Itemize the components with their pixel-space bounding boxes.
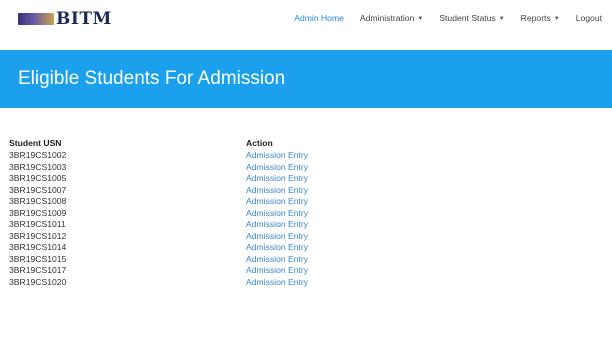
action-cell: Admission Entry <box>246 196 546 208</box>
student-usn-cell: 3BR19CS1002 <box>9 150 67 160</box>
nav-links: Admin Home Administration ▼ Student Statu… <box>278 13 602 23</box>
nav-student-status-dropdown[interactable]: Student Status ▼ <box>439 13 504 23</box>
admission-entry-link[interactable]: Admission Entry <box>246 162 308 172</box>
action-cell: Admission Entry <box>246 208 546 220</box>
page-header-banner: Eligible Students For Admission <box>0 50 612 108</box>
admission-entry-link[interactable]: Admission Entry <box>246 173 308 183</box>
nav-administration-dropdown[interactable]: Administration ▼ <box>360 13 423 23</box>
table-row: 3BR19CS1014 Admission Entry <box>9 242 599 254</box>
student-usn-cell: 3BR19CS1020 <box>9 276 67 287</box>
action-cell: Admission Entry <box>246 219 546 231</box>
action-cell: Admission Entry <box>246 254 546 266</box>
table-body: 3BR19CS1002 Admission Entry 3BR19CS1003 Adm… <box>9 150 599 288</box>
action-cell: Admission Entry <box>246 242 546 254</box>
student-usn-cell: 3BR19CS1009 <box>9 207 67 218</box>
nav-administration-label: Administration <box>359 13 415 23</box>
column-header-usn: Student USN <box>9 138 62 148</box>
admission-entry-link[interactable]: Admission Entry <box>246 150 308 160</box>
action-cell: Admission Entry <box>246 231 546 243</box>
nav-reports-dropdown[interactable]: Reports ▼ <box>521 13 560 23</box>
table-row: 3BR19CS1012 Admission Entry <box>9 231 599 243</box>
student-usn-cell: 3BR19CS1005 <box>9 173 67 183</box>
student-usn-cell: 3BR19CS1015 <box>9 253 67 264</box>
table-row: 3BR19CS1008 Admission Entry <box>9 196 599 208</box>
student-usn-cell: 3BR19CS1011 <box>9 219 66 229</box>
nav-admin-home-label: Admin Home <box>294 13 344 23</box>
navbar: BITM Admin Home Administration ▼ Student … <box>0 0 612 40</box>
brand-name: BITM <box>56 9 112 29</box>
table-row: 3BR19CS1007 Admission Entry <box>9 185 599 197</box>
admission-entry-link[interactable]: Admission Entry <box>246 196 308 206</box>
caret-down-icon: ▼ <box>553 15 560 22</box>
table-row: 3BR19CS1009 Admission Entry <box>9 208 599 220</box>
table-row: 3BR19CS1020 Admission Entry <box>9 277 599 289</box>
student-usn-cell: 3BR19CS1007 <box>9 184 67 195</box>
brand[interactable]: BITM <box>18 10 112 28</box>
nav-logout-label: Logout <box>575 13 602 23</box>
admission-entry-link[interactable]: Admission Entry <box>246 185 308 195</box>
student-usn-cell: 3BR19CS1008 <box>9 196 67 206</box>
admission-entry-link[interactable]: Admission Entry <box>246 231 308 241</box>
table-header: Student USN Action <box>9 136 599 150</box>
nav-reports-label: Reports <box>520 13 551 23</box>
table-row: 3BR19CS1015 Admission Entry <box>9 254 599 266</box>
admission-entry-link[interactable]: Admission Entry <box>246 277 308 287</box>
student-usn-cell: 3BR19CS1017 <box>9 265 67 275</box>
student-usn-cell: 3BR19CS1014 <box>9 242 67 252</box>
eligible-students-table: Student USN Action 3BR19CS1002 Admission … <box>9 136 599 288</box>
table-row: 3BR19CS1017 Admission Entry <box>9 265 599 277</box>
table-row: 3BR19CS1002 Admission Entry <box>9 150 599 162</box>
nav-admin-home[interactable]: Admin Home <box>294 13 344 23</box>
table-row: 3BR19CS1011 Admission Entry <box>9 219 599 231</box>
admission-entry-link[interactable]: Admission Entry <box>246 254 308 264</box>
action-cell: Admission Entry <box>246 185 546 197</box>
table-row: 3BR19CS1005 Admission Entry <box>9 173 599 185</box>
action-cell: Admission Entry <box>246 277 546 289</box>
table-row: 3BR19CS1003 Admission Entry <box>9 162 599 174</box>
admission-entry-link[interactable]: Admission Entry <box>246 219 308 229</box>
action-cell: Admission Entry <box>246 265 546 277</box>
admission-entry-link[interactable]: Admission Entry <box>246 265 308 275</box>
nav-student-status-label: Student Status <box>439 13 496 23</box>
action-cell: Admission Entry <box>246 162 546 174</box>
caret-down-icon: ▼ <box>417 15 424 22</box>
college-logo-icon <box>18 13 54 25</box>
action-cell: Admission Entry <box>246 173 546 185</box>
nav-logout[interactable]: Logout <box>576 13 602 23</box>
admission-entry-link[interactable]: Admission Entry <box>246 208 308 218</box>
student-usn-cell: 3BR19CS1003 <box>9 161 67 172</box>
action-cell: Admission Entry <box>246 150 546 162</box>
caret-down-icon: ▼ <box>498 15 505 22</box>
admission-entry-link[interactable]: Admission Entry <box>246 242 308 252</box>
student-usn-cell: 3BR19CS1012 <box>9 230 67 241</box>
column-header-action: Action <box>246 138 273 148</box>
page-title: Eligible Students For Admission <box>18 68 286 89</box>
